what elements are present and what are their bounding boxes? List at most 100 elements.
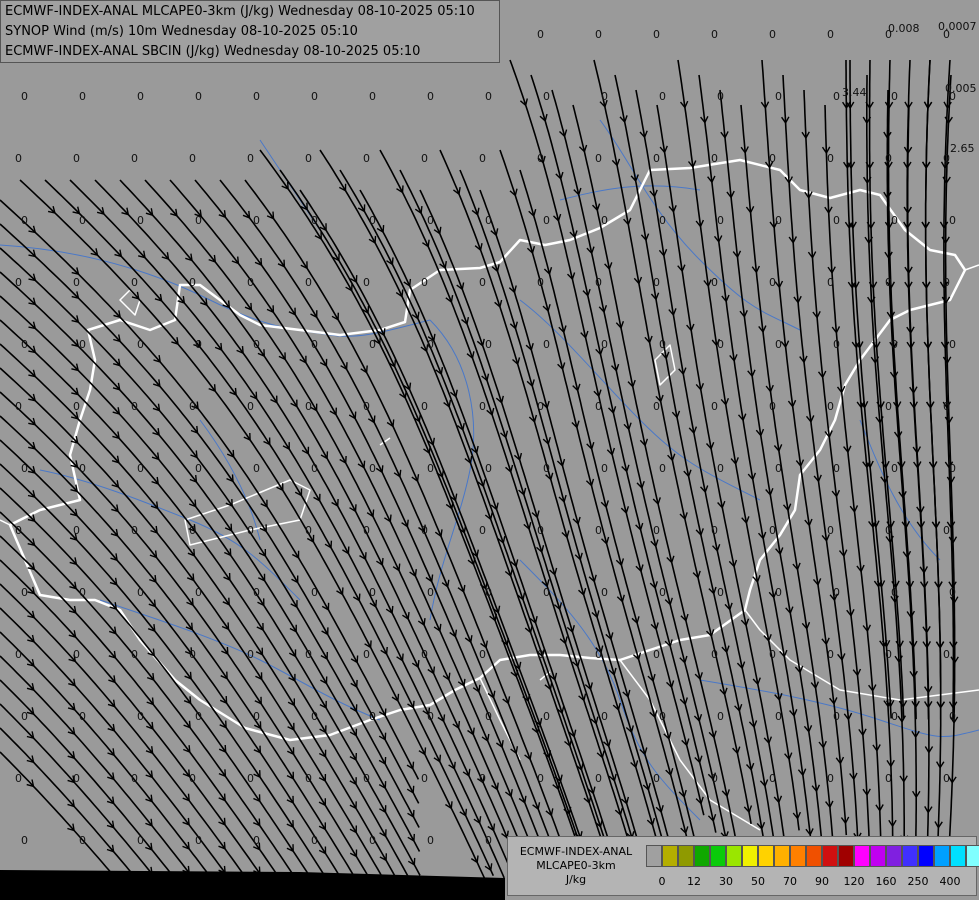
grid-value: 0 [659, 586, 666, 599]
grid-value: 0 [659, 462, 666, 475]
grid-value: 0 [305, 648, 312, 661]
grid-value: 0 [775, 710, 782, 723]
map-canvas[interactable]: 0 0 0 0 0 0 0 0 0 0 0 0 0 0 0 0 0 0 0 0 0 0 0 0 0 0 0 0 0 0 0 0 0 0 0 0 0 0 0 0… [0, 0, 979, 900]
grid-value: 0 [659, 90, 666, 103]
grid-value: 0 [601, 214, 608, 227]
grid-value: 0 [943, 276, 950, 289]
grid-value: 0 [79, 462, 86, 475]
grid-value: 0 [137, 214, 144, 227]
river-line [559, 185, 701, 201]
grid-value: 0 [949, 214, 956, 227]
grid-value: 0 [253, 834, 260, 847]
grid-value: 0 [79, 90, 86, 103]
grid-value: 0 [543, 214, 550, 227]
grid-value: 0 [311, 214, 318, 227]
legend-title-line2: MLCAPE0-3km [536, 859, 616, 872]
grid-value: 0 [827, 28, 834, 41]
grid-value: 0 [891, 338, 898, 351]
grid-value: 0 [601, 338, 608, 351]
grid-value: 0 [943, 152, 950, 165]
legend-tick-label: 50 [751, 875, 765, 888]
wind-streamline [886, 89, 917, 870]
grid-value: 0 [711, 400, 718, 413]
grid-value: 0 [827, 524, 834, 537]
grid-value: 0 [485, 710, 492, 723]
legend-swatch [742, 845, 758, 867]
grid-value: 0 [79, 214, 86, 227]
grid-value: 0 [775, 90, 782, 103]
legend-swatch [806, 845, 822, 867]
legend-swatch [646, 845, 662, 867]
grid-value: 0 [537, 772, 544, 785]
grid-value: 0 [653, 772, 660, 785]
grid-value: 0 [247, 400, 254, 413]
wind-streamline [0, 631, 212, 878]
grid-value: 0 [717, 586, 724, 599]
grid-value: 0 [537, 276, 544, 289]
grid-value: 0 [311, 90, 318, 103]
legend-title-line1: ECMWF-INDEX-ANAL [519, 845, 633, 858]
grid-value-special: 0.0007 [938, 20, 977, 33]
grid-value: 0 [79, 710, 86, 723]
legend-unit: J/kg [565, 873, 587, 886]
grid-value: 0 [311, 338, 318, 351]
grid-value-special: 3.44 [842, 86, 867, 99]
grid-value: 0 [427, 214, 434, 227]
grid-value: 0 [595, 648, 602, 661]
grid-value: 0 [21, 586, 28, 599]
legend-swatch [934, 845, 950, 867]
grid-value: 0 [247, 276, 254, 289]
grid-value: 0 [653, 28, 660, 41]
grid-value: 0 [247, 648, 254, 661]
grid-value: 0 [949, 338, 956, 351]
grid-value: 0 [305, 152, 312, 165]
wind-streamline [144, 179, 535, 879]
grid-value: 0 [305, 400, 312, 413]
grid-value: 0 [131, 648, 138, 661]
grid-value: 0 [137, 834, 144, 847]
grid-value: 0 [775, 462, 782, 475]
grid-value: 0 [363, 772, 370, 785]
grid-value: 0 [543, 710, 550, 723]
grid-value: 0 [311, 462, 318, 475]
grid-value: 0 [717, 90, 724, 103]
wind-streamline [924, 59, 942, 720]
grid-value: 0 [891, 586, 898, 599]
grid-value: 0 [253, 710, 260, 723]
grid-value: 0 [421, 400, 428, 413]
grid-value: 0 [247, 772, 254, 785]
grid-value: 0 [311, 710, 318, 723]
grid-value: 0 [833, 586, 840, 599]
out-of-domain-area [0, 870, 505, 900]
grid-value: 0 [79, 338, 86, 351]
grid-value: 0 [369, 214, 376, 227]
grid-value: 0 [131, 400, 138, 413]
color-legend: ECMWF-INDEX-ANAL MLCAPE0-3km J/kg 0 12 30 5… [507, 836, 979, 896]
legend-tick-label: 250 [907, 875, 929, 888]
grid-value: 0 [195, 90, 202, 103]
grid-value: 0 [427, 90, 434, 103]
legend-swatch [870, 845, 886, 867]
grid-value: 0 [653, 524, 660, 537]
legend-swatch [678, 845, 694, 867]
grid-value: 0 [537, 152, 544, 165]
grid-value: 0 [827, 772, 834, 785]
grid-value: 0 [543, 462, 550, 475]
grid-value: 0 [21, 710, 28, 723]
grid-value: 0 [421, 276, 428, 289]
grid-value: 0 [369, 90, 376, 103]
grid-value: 0 [659, 710, 666, 723]
grid-value: 0 [137, 90, 144, 103]
grid-value: 0 [827, 152, 834, 165]
grid-value: 0 [769, 28, 776, 41]
grid-value: 0 [195, 586, 202, 599]
grid-value: 0 [653, 400, 660, 413]
grid-value: 0 [305, 772, 312, 785]
grid-value: 0 [885, 276, 892, 289]
grid-value: 0 [247, 152, 254, 165]
grid-value: 0 [369, 338, 376, 351]
grid-value: 0 [885, 152, 892, 165]
legend-swatch [790, 845, 806, 867]
wind-streamline [0, 703, 157, 880]
legend-swatch [918, 845, 934, 867]
